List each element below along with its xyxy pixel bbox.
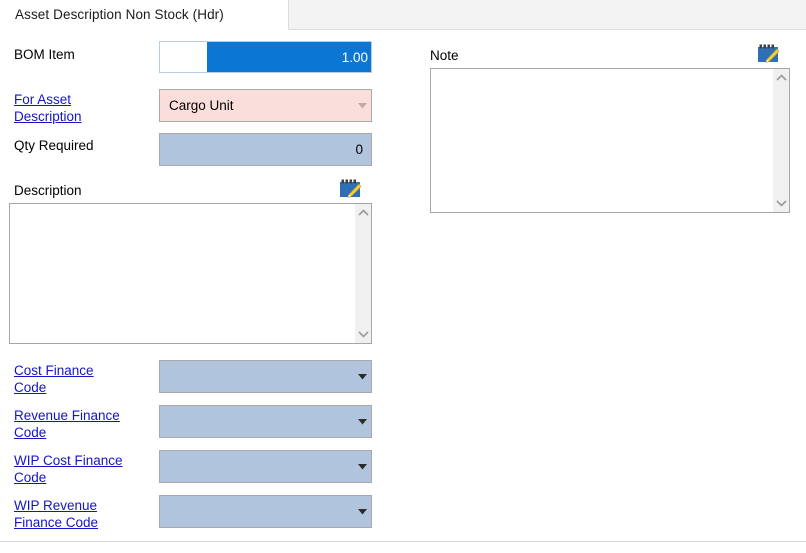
notepad-edit-icon[interactable] <box>339 179 361 198</box>
chevron-up-icon[interactable] <box>773 69 790 86</box>
chevron-down-icon[interactable] <box>773 195 790 212</box>
bom-item-value: 1.00 <box>207 42 371 72</box>
description-scrollbar[interactable] <box>354 204 371 343</box>
for-asset-description-value: Cargo Unit <box>160 98 353 113</box>
tab-strip: Asset Description Non Stock (Hdr) <box>0 0 806 30</box>
bom-item-input[interactable]: 1.00 <box>159 41 372 73</box>
wip-revenue-finance-code-select[interactable] <box>159 495 372 528</box>
note-textarea[interactable] <box>431 69 772 212</box>
cost-finance-code-select[interactable] <box>159 360 372 393</box>
chevron-down-icon <box>353 464 371 470</box>
chevron-up-icon[interactable] <box>355 204 372 221</box>
notepad-edit-icon[interactable] <box>757 44 779 63</box>
description-memo[interactable] <box>9 203 372 344</box>
wip-revenue-finance-code-label[interactable]: WIP Revenue Finance Code <box>14 497 159 531</box>
revenue-finance-code-select[interactable] <box>159 405 372 438</box>
description-label: Description <box>14 182 82 199</box>
chevron-down-icon <box>353 374 371 380</box>
note-label: Note <box>430 47 459 64</box>
chevron-down-icon[interactable] <box>355 326 372 343</box>
tab-label: Asset Description Non Stock (Hdr) <box>0 7 224 22</box>
wip-cost-finance-code-select[interactable] <box>159 450 372 483</box>
description-textarea[interactable] <box>10 204 354 343</box>
for-asset-description-label[interactable]: For Asset Description <box>14 91 154 125</box>
wip-cost-finance-code-label[interactable]: WIP Cost Finance Code <box>14 452 164 486</box>
qty-required-input: 0 <box>159 133 372 166</box>
chevron-down-icon <box>353 103 371 109</box>
note-memo[interactable] <box>430 68 790 213</box>
tab-asset-description-non-stock-hdr[interactable]: Asset Description Non Stock (Hdr) <box>0 0 289 30</box>
qty-required-label: Qty Required <box>14 137 94 154</box>
bom-item-label: BOM Item <box>14 46 75 63</box>
for-asset-description-select[interactable]: Cargo Unit <box>159 89 372 122</box>
cost-finance-code-label[interactable]: Cost Finance Code <box>14 362 154 396</box>
chevron-down-icon <box>353 419 371 425</box>
revenue-finance-code-label[interactable]: Revenue Finance Code <box>14 407 159 441</box>
note-scrollbar[interactable] <box>772 69 789 212</box>
chevron-down-icon <box>353 509 371 515</box>
bottom-divider <box>0 541 806 542</box>
